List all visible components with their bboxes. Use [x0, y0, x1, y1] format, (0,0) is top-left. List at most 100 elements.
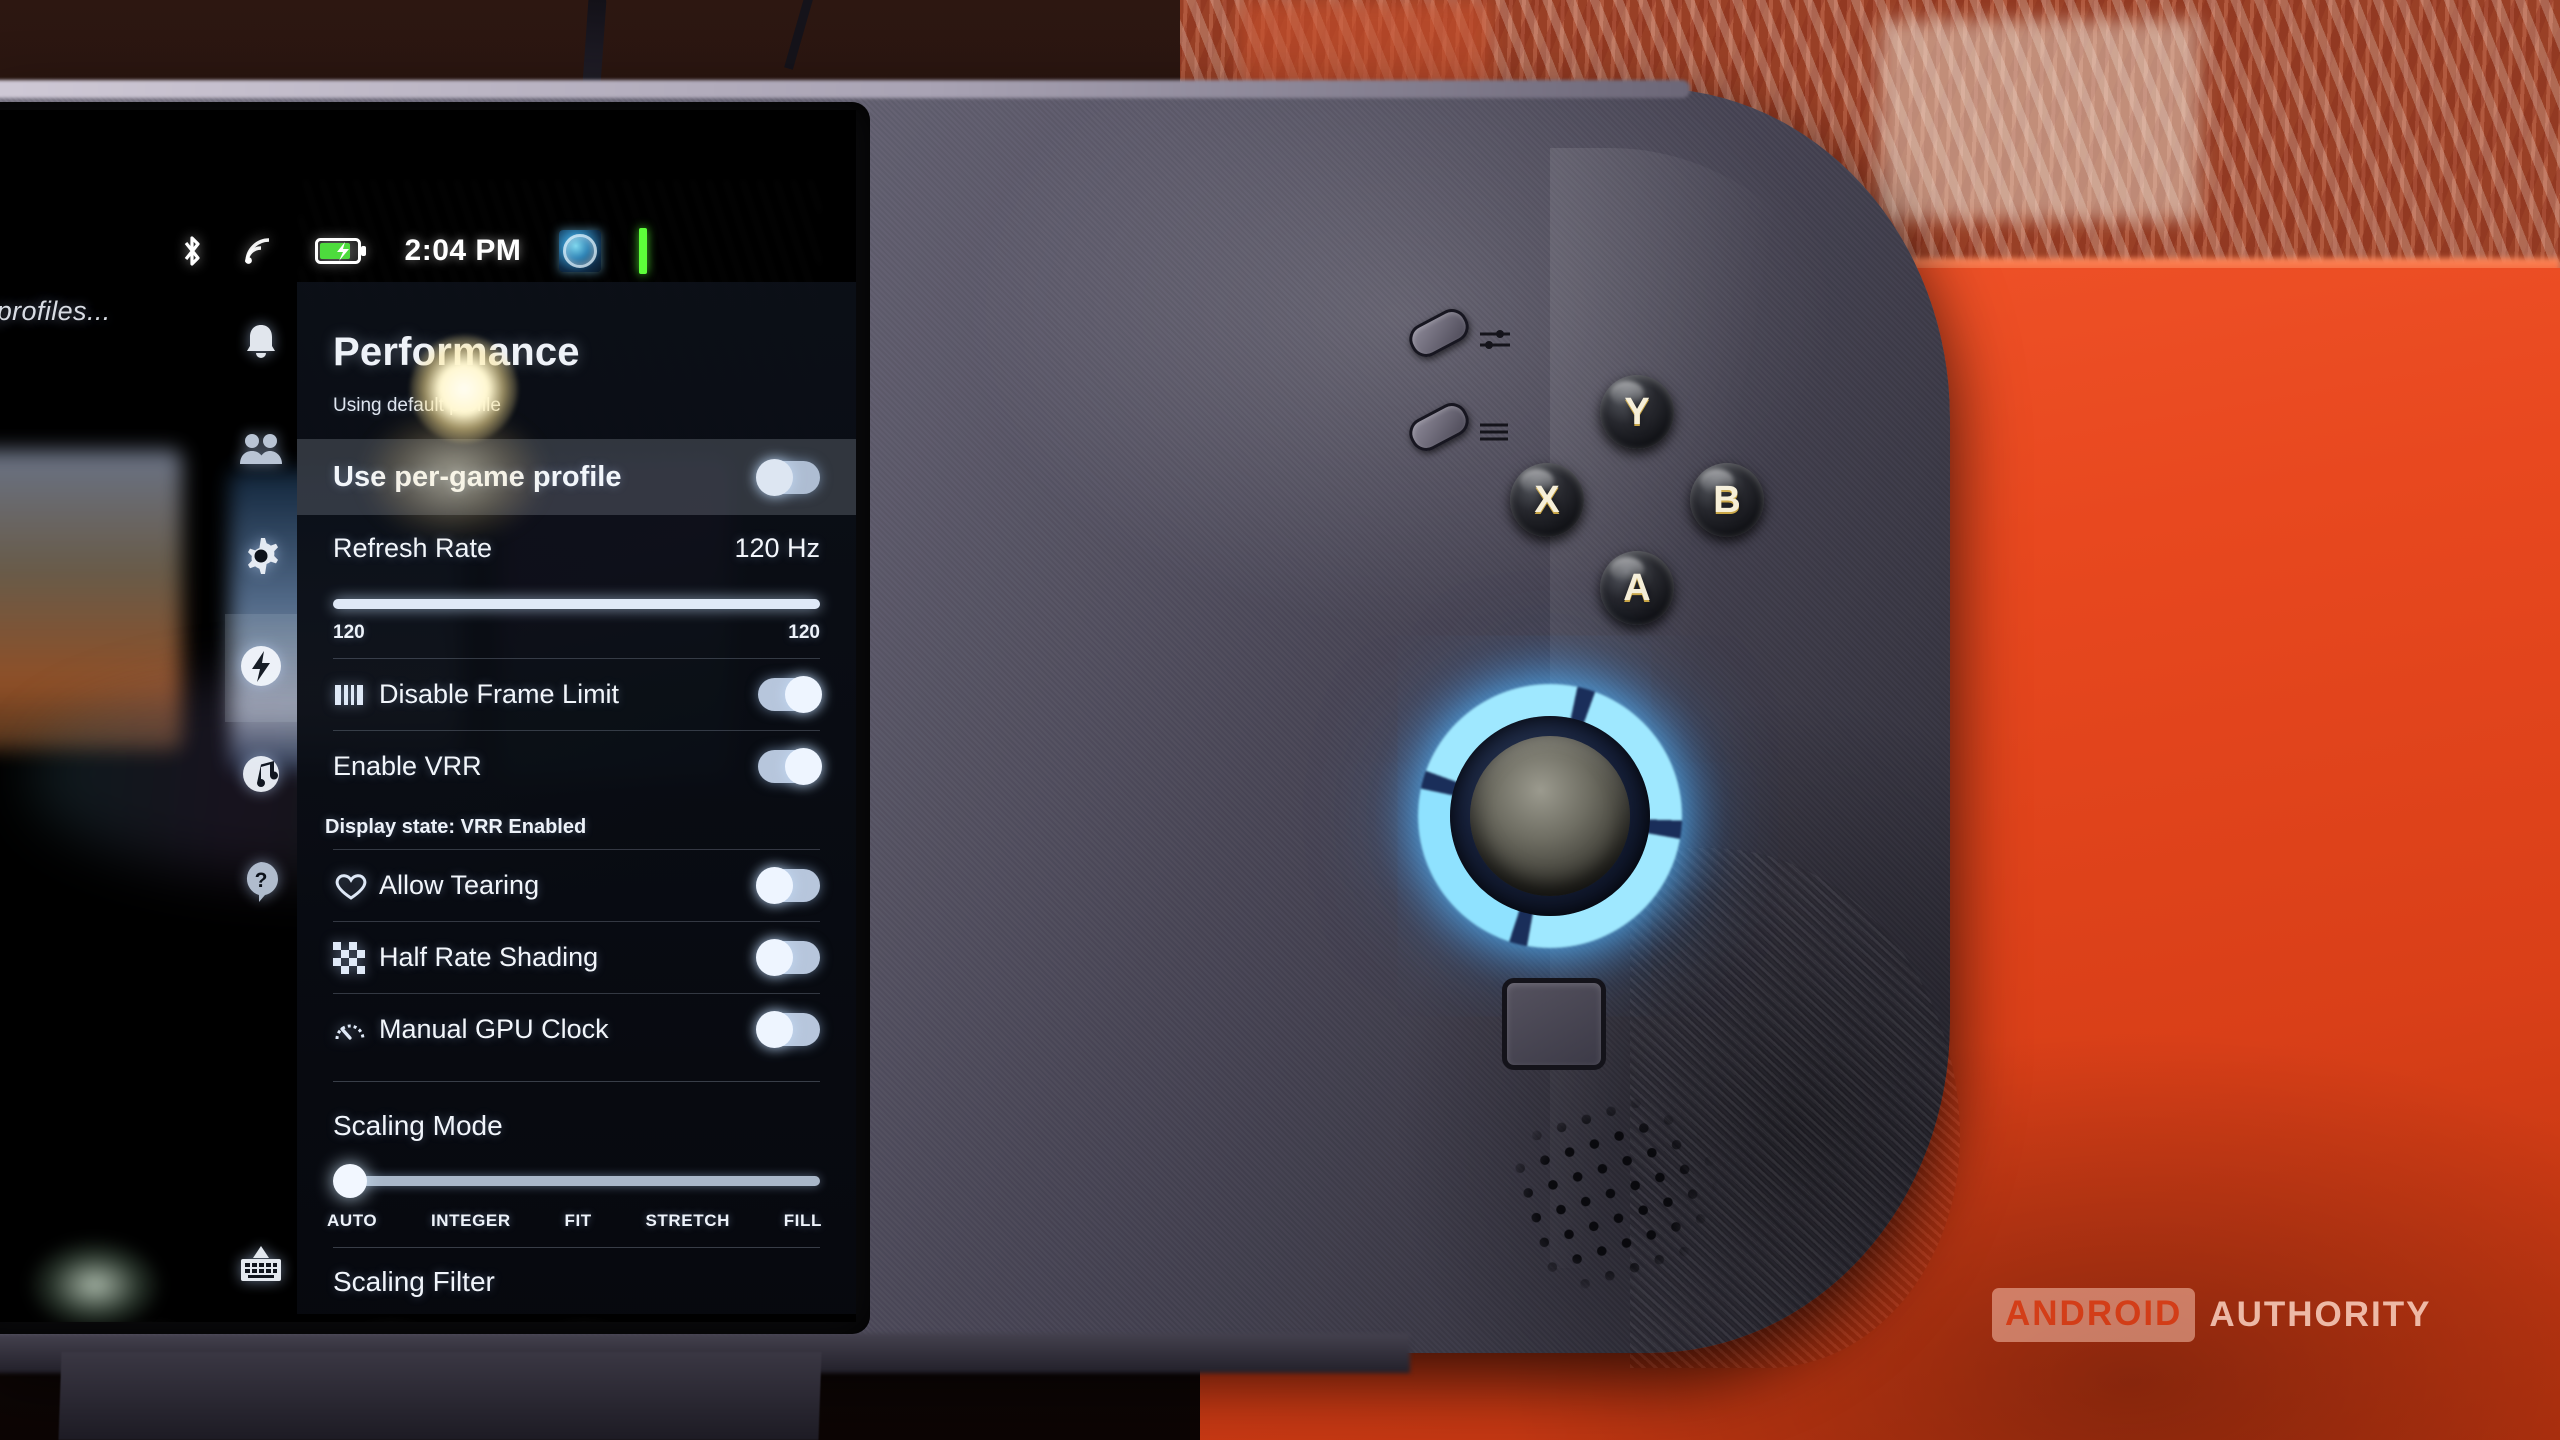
- scaling-mode-knob[interactable]: [333, 1164, 367, 1198]
- shoulder-button-bottom[interactable]: [1403, 397, 1508, 457]
- refresh-rate-slider[interactable]: 120 120: [333, 599, 820, 644]
- right-joystick[interactable]: [1372, 638, 1728, 994]
- scaling-mode-option-fit[interactable]: FIT: [564, 1211, 591, 1231]
- scaling-filter-title: Scaling Filter: [333, 1266, 495, 1297]
- row-manual-gpu-clock[interactable]: Manual GPU Clock: [333, 993, 820, 1065]
- button-x-label: X: [1534, 479, 1560, 521]
- handheld-device: Y X B A profiles... 2:04 PM ? Performanc…: [0, 80, 1960, 1373]
- bluetooth-icon: [179, 234, 205, 268]
- status-bar: 2:04 PM: [0, 220, 856, 282]
- keyboard-icon: [235, 1242, 287, 1291]
- toggle-knob: [785, 748, 822, 785]
- refresh-rate-label: Refresh Rate: [333, 532, 493, 563]
- performance-panel: Performance Using default profile Use pe…: [297, 282, 856, 1314]
- slider-min-label: 120: [333, 622, 365, 643]
- panel-subtitle: Using default profile: [333, 395, 501, 416]
- row-enable-vrr[interactable]: Enable VRR: [333, 730, 822, 802]
- button-a[interactable]: A: [1600, 551, 1674, 625]
- button-b[interactable]: B: [1690, 463, 1764, 537]
- wifi-icon: [243, 236, 277, 266]
- menu-lines-icon: [1478, 420, 1512, 449]
- toggle-knob: [756, 867, 793, 904]
- disable-frame-limit-toggle[interactable]: [758, 676, 822, 713]
- page-title: Performance: [333, 330, 580, 374]
- slider-track: [333, 599, 820, 609]
- manual-gpu-clock-label: Manual GPU Clock: [379, 1014, 609, 1044]
- sidebar-item-music[interactable]: [225, 722, 297, 830]
- scaling-mode-option-stretch[interactable]: STRETCH: [645, 1211, 729, 1231]
- scaling-mode-track: [355, 1176, 820, 1186]
- toggle-knob: [756, 458, 793, 496]
- screen-glare-lower: [30, 1240, 160, 1322]
- gauge-icon: [333, 1014, 379, 1046]
- allow-tearing-toggle[interactable]: [756, 867, 820, 904]
- toggle-knob: [756, 939, 793, 976]
- settings-sliders-icon: [1478, 326, 1514, 357]
- shoulder-button-top[interactable]: [1403, 303, 1510, 363]
- question-mark-icon: ?: [241, 860, 281, 909]
- half-rate-shading-toggle[interactable]: [756, 939, 820, 976]
- enable-vrr-label: Enable VRR: [333, 751, 482, 781]
- row-use-per-game-profile[interactable]: Use per-game profile: [297, 439, 856, 515]
- per-game-profile-toggle[interactable]: [756, 458, 820, 496]
- slider-endpoints: 120 120: [333, 622, 820, 644]
- manual-gpu-clock-toggle[interactable]: [756, 1011, 820, 1048]
- button-y-label: Y: [1624, 391, 1650, 433]
- status-green-indicator: [639, 228, 648, 274]
- device-screen: or profiles...: [0, 110, 856, 1322]
- status-time: 2:04 PM: [404, 234, 522, 267]
- button-y[interactable]: Y: [1600, 375, 1674, 449]
- scaling-mode-slider[interactable]: [333, 1164, 820, 1198]
- watermark: ANDROID AUTHORITY: [1992, 1288, 2431, 1342]
- friends-icon: [238, 432, 284, 473]
- divider: [333, 1081, 820, 1082]
- button-a-label: A: [1623, 567, 1651, 609]
- slider-fill: [333, 599, 820, 609]
- joystick-cap: [1470, 736, 1630, 896]
- checker-icon: [333, 941, 379, 974]
- gear-icon: [239, 536, 283, 585]
- heart-icon: [333, 871, 379, 901]
- sidebar-item-keyboard[interactable]: [225, 1212, 297, 1320]
- refresh-rate-value: 120 Hz: [734, 532, 820, 563]
- row-refresh-rate[interactable]: Refresh Rate 120 Hz: [333, 515, 820, 581]
- sidebar-item-friends[interactable]: [225, 398, 297, 506]
- scaling-mode-options: AUTO INTEGER FIT STRETCH FILL: [327, 1211, 822, 1231]
- battery-charging-icon: [314, 237, 367, 265]
- button-x[interactable]: X: [1510, 463, 1584, 537]
- row-disable-frame-limit[interactable]: Disable Frame Limit: [333, 658, 822, 730]
- enable-vrr-toggle[interactable]: [758, 748, 822, 785]
- row-half-rate-shading[interactable]: Half Rate Shading: [333, 921, 820, 993]
- screenshot-root: Y X B A profiles... 2:04 PM ? Performanc…: [0, 0, 2560, 1440]
- lightning-bolt-icon: [238, 643, 284, 694]
- watermark-android: ANDROID: [1992, 1288, 2196, 1342]
- svg-text:?: ?: [255, 869, 268, 892]
- trackpad-square[interactable]: [1502, 978, 1606, 1070]
- footer-hint-bar: Y MORE INFO A SELECT B BACK: [0, 1318, 856, 1322]
- vrr-display-state-note: Display state: VRR Enabled: [325, 816, 587, 838]
- scaling-mode-option-auto[interactable]: AUTO: [327, 1211, 377, 1231]
- sidebar-item-help[interactable]: ?: [225, 830, 297, 938]
- row-allow-tearing[interactable]: Allow Tearing: [333, 849, 820, 921]
- game-avatar-thumbnail[interactable]: [559, 230, 602, 272]
- scaling-mode-title: Scaling Mode: [333, 1110, 503, 1141]
- device-top-rim: [0, 80, 1690, 98]
- scaling-mode-option-integer[interactable]: INTEGER: [431, 1211, 511, 1231]
- per-game-profile-label: Use per-game profile: [333, 460, 622, 493]
- sidebar-rail: ?: [225, 290, 297, 1320]
- frame-bars-icon: [333, 681, 379, 709]
- device-stand: [58, 1352, 822, 1440]
- sidebar-item-notifications[interactable]: [225, 290, 297, 398]
- scaling-mode-option-fill[interactable]: FILL: [784, 1211, 822, 1231]
- allow-tearing-label: Allow Tearing: [379, 870, 540, 900]
- button-b-label: B: [1713, 479, 1741, 521]
- sidebar-item-settings[interactable]: [225, 506, 297, 614]
- sidebar-item-performance[interactable]: [225, 614, 297, 722]
- watermark-authority: AUTHORITY: [2209, 1295, 2432, 1334]
- library-hint-text: or profiles...: [0, 296, 111, 326]
- library-card: [0, 450, 182, 750]
- half-rate-shading-label: Half Rate Shading: [379, 942, 599, 972]
- toggle-knob: [756, 1011, 793, 1048]
- disable-frame-limit-label: Disable Frame Limit: [379, 679, 620, 709]
- bell-icon: [241, 321, 281, 368]
